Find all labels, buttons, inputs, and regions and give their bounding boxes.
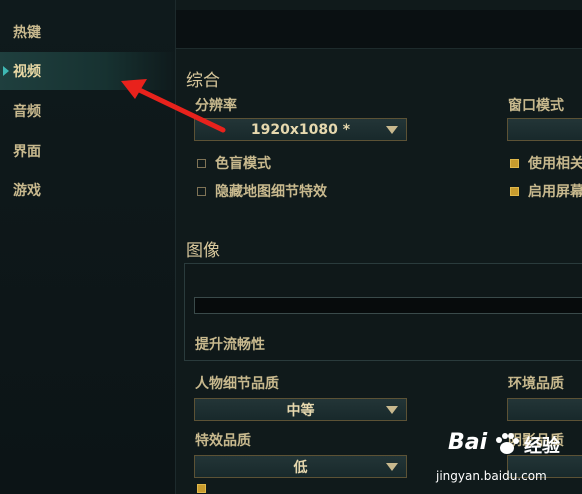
window-mode-dropdown[interactable] — [507, 118, 582, 141]
sidebar-item-label: 视频 — [13, 64, 41, 80]
sidebar-item-hotkeys[interactable]: 热键 — [0, 13, 175, 51]
checkbox-box — [510, 158, 519, 168]
paw-icon — [496, 433, 519, 454]
watermark-url: jingyan.baidu.com — [436, 469, 547, 483]
checkbox-box — [197, 484, 206, 493]
window-mode-label: 窗口模式 — [508, 98, 564, 114]
checkbox-box — [197, 186, 206, 196]
hide-map-detail-checkbox[interactable]: 隐藏地图细节特效 — [197, 181, 327, 201]
dropdown-arrow-icon — [386, 463, 398, 471]
resolution-value: 1920x1080 * — [250, 121, 351, 138]
watermark-brand: Bai — [448, 430, 488, 455]
baidu-watermark: Bai 经验 jingyan.baidu.com — [436, 428, 582, 494]
checkbox-box — [197, 158, 206, 168]
enable-screen-label: 启用屏幕 — [528, 184, 582, 200]
effects-quality-value: 低 — [293, 459, 308, 476]
environment-quality-label: 环境品质 — [508, 376, 564, 392]
use-related-label: 使用相关 — [528, 156, 582, 172]
partial-checkbox[interactable] — [197, 484, 215, 493]
graphics-quality-slider[interactable] — [194, 297, 582, 314]
character-quality-value: 中等 — [286, 402, 315, 419]
effects-quality-dropdown[interactable]: 低 — [194, 455, 407, 478]
sidebar-item-label: 热键 — [13, 25, 41, 41]
dropdown-arrow-icon — [386, 126, 398, 134]
character-quality-label: 人物细节品质 — [195, 376, 279, 392]
watermark-brand-suffix: 经验 — [524, 436, 560, 457]
colorblind-checkbox[interactable]: 色盲模式 — [197, 153, 271, 173]
active-marker-icon — [3, 66, 9, 76]
sidebar-item-game[interactable]: 游戏 — [0, 171, 175, 209]
enable-screen-checkbox[interactable]: 启用屏幕 — [510, 181, 582, 201]
sidebar-item-label: 游戏 — [13, 183, 41, 199]
checkbox-box — [510, 186, 519, 196]
effects-quality-label: 特效品质 — [195, 433, 251, 449]
red-annotation-arrow-icon — [121, 79, 226, 133]
section-title-graphics: 图像 — [186, 241, 220, 261]
dropdown-arrow-icon — [386, 406, 398, 414]
top-header-strip — [176, 10, 582, 49]
sidebar-item-interface[interactable]: 界面 — [0, 132, 175, 170]
character-quality-dropdown[interactable]: 中等 — [194, 398, 407, 421]
hide-map-detail-label: 隐藏地图细节特效 — [215, 184, 327, 200]
sidebar-item-label: 界面 — [13, 144, 41, 160]
use-related-checkbox[interactable]: 使用相关 — [510, 153, 582, 173]
sidebar-item-label: 音频 — [13, 104, 41, 120]
environment-quality-dropdown[interactable] — [507, 398, 582, 421]
smoothness-label: 提升流畅性 — [195, 337, 265, 353]
colorblind-label: 色盲模式 — [215, 156, 271, 172]
